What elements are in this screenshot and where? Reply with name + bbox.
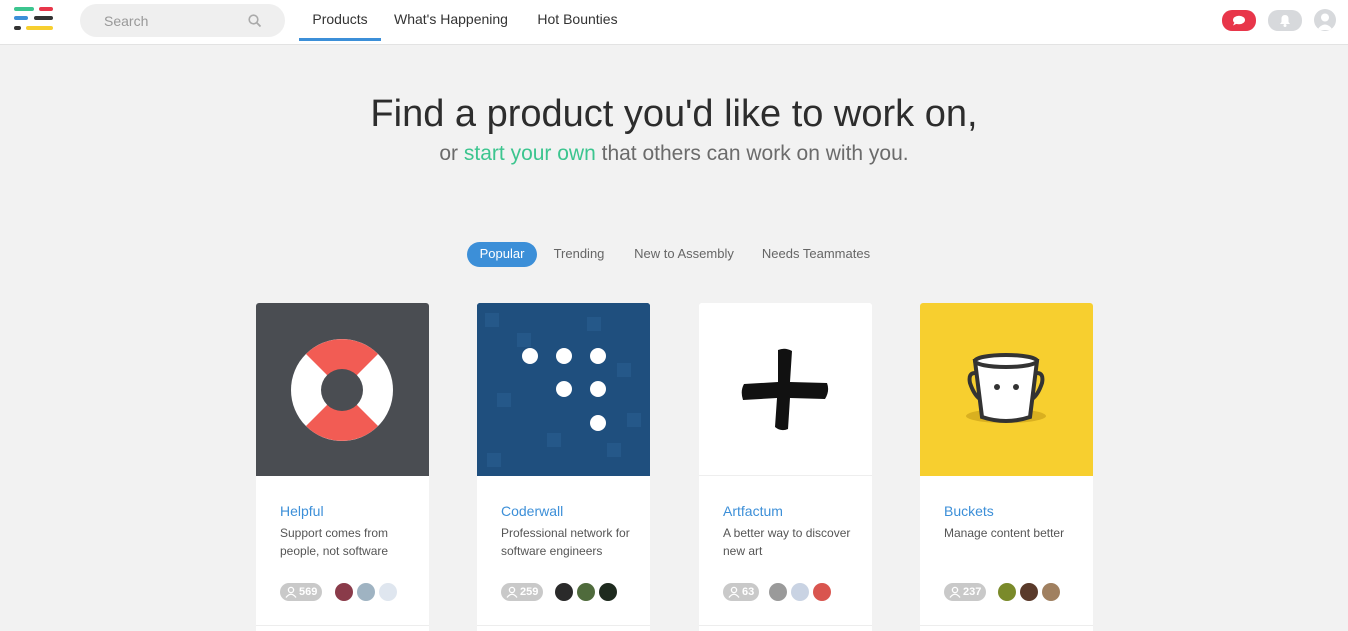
member-avatar[interactable] bbox=[555, 583, 573, 601]
product-thumb[interactable] bbox=[920, 303, 1093, 476]
member-count-badge: 237 bbox=[944, 583, 987, 601]
member-avatar[interactable] bbox=[599, 583, 617, 601]
product-description: Manage content better bbox=[944, 526, 1065, 540]
product-meta: 237 bbox=[944, 583, 1084, 601]
filter-tabs: Popular Trending New to Assembly Needs T… bbox=[0, 242, 1348, 267]
hero-subtitle: or start your own that others can work o… bbox=[0, 142, 1348, 166]
members-icon bbox=[285, 586, 297, 598]
search-box[interactable] bbox=[80, 4, 285, 37]
product-card-buckets[interactable]: Buckets Manage content better 237 bbox=[920, 303, 1093, 631]
nav-products[interactable]: Products bbox=[299, 0, 381, 41]
member-avatar[interactable] bbox=[577, 583, 595, 601]
member-count-badge: 63 bbox=[723, 583, 760, 601]
bucket-icon bbox=[966, 353, 1046, 423]
member-avatar[interactable] bbox=[1020, 583, 1038, 601]
product-meta: 569 bbox=[280, 583, 420, 601]
assembly-logo[interactable] bbox=[14, 6, 54, 32]
filter-popular[interactable]: Popular bbox=[467, 242, 537, 267]
plus-icon bbox=[741, 348, 829, 431]
product-thumb[interactable] bbox=[477, 303, 650, 476]
card-divider bbox=[699, 625, 872, 626]
chat-button[interactable] bbox=[1222, 10, 1256, 31]
product-description: A better way to discover new art bbox=[723, 526, 851, 558]
filter-new-to-assembly[interactable]: New to Assembly bbox=[629, 242, 739, 267]
chat-icon bbox=[1233, 15, 1245, 26]
card-divider bbox=[256, 625, 429, 626]
member-avatar[interactable] bbox=[379, 583, 397, 601]
top-navbar: Products What's Happening Hot Bounties bbox=[0, 0, 1348, 45]
hero-sub-prefix: or bbox=[439, 142, 464, 165]
member-count-badge: 569 bbox=[280, 583, 323, 601]
member-avatar[interactable] bbox=[1042, 583, 1060, 601]
member-count-badge: 259 bbox=[501, 583, 544, 601]
product-thumb[interactable] bbox=[699, 303, 872, 476]
product-meta: 259 bbox=[501, 583, 641, 601]
user-icon bbox=[1317, 13, 1333, 30]
member-count: 569 bbox=[299, 586, 318, 598]
member-count: 259 bbox=[520, 586, 539, 598]
member-avatar[interactable] bbox=[335, 583, 353, 601]
product-description: Support comes from people, not software bbox=[280, 526, 389, 558]
card-divider bbox=[477, 625, 650, 626]
product-meta: 63 bbox=[723, 583, 863, 601]
member-avatar[interactable] bbox=[769, 583, 787, 601]
nav-hot-bounties[interactable]: Hot Bounties bbox=[537, 0, 618, 41]
members-icon bbox=[949, 586, 961, 598]
member-avatar[interactable] bbox=[357, 583, 375, 601]
bell-icon bbox=[1280, 15, 1290, 27]
user-avatar[interactable] bbox=[1314, 9, 1336, 31]
member-avatar[interactable] bbox=[813, 583, 831, 601]
member-count: 237 bbox=[963, 586, 982, 598]
product-name[interactable]: Artfactum bbox=[723, 503, 783, 519]
filter-needs-teammates[interactable]: Needs Teammates bbox=[757, 242, 875, 267]
product-name[interactable]: Coderwall bbox=[501, 503, 563, 519]
dots-icon bbox=[477, 303, 650, 476]
notifications-button[interactable] bbox=[1268, 10, 1302, 31]
product-card-coderwall[interactable]: Coderwall Professional network for softw… bbox=[477, 303, 650, 631]
product-thumb[interactable] bbox=[256, 303, 429, 476]
search-icon[interactable] bbox=[248, 14, 262, 28]
nav-whats-happening[interactable]: What's Happening bbox=[394, 0, 508, 41]
start-your-own-link[interactable]: start your own bbox=[464, 142, 596, 165]
members-icon bbox=[728, 586, 740, 598]
product-card-helpful[interactable]: Helpful Support comes from people, not s… bbox=[256, 303, 429, 631]
product-name[interactable]: Helpful bbox=[280, 503, 324, 519]
member-count: 63 bbox=[742, 586, 755, 598]
hero-sub-suffix: that others can work on with you. bbox=[595, 142, 909, 165]
product-card-artfactum[interactable]: Artfactum A better way to discover new a… bbox=[699, 303, 872, 631]
hero-title: Find a product you'd like to work on, bbox=[370, 93, 978, 135]
search-input[interactable] bbox=[104, 11, 254, 31]
product-name[interactable]: Buckets bbox=[944, 503, 994, 519]
lifebuoy-icon bbox=[291, 339, 393, 441]
product-description: Professional network for software engine… bbox=[501, 526, 630, 558]
card-divider bbox=[920, 625, 1093, 626]
filter-trending[interactable]: Trending bbox=[549, 242, 609, 267]
member-avatar[interactable] bbox=[998, 583, 1016, 601]
member-avatar[interactable] bbox=[791, 583, 809, 601]
members-icon bbox=[506, 586, 518, 598]
